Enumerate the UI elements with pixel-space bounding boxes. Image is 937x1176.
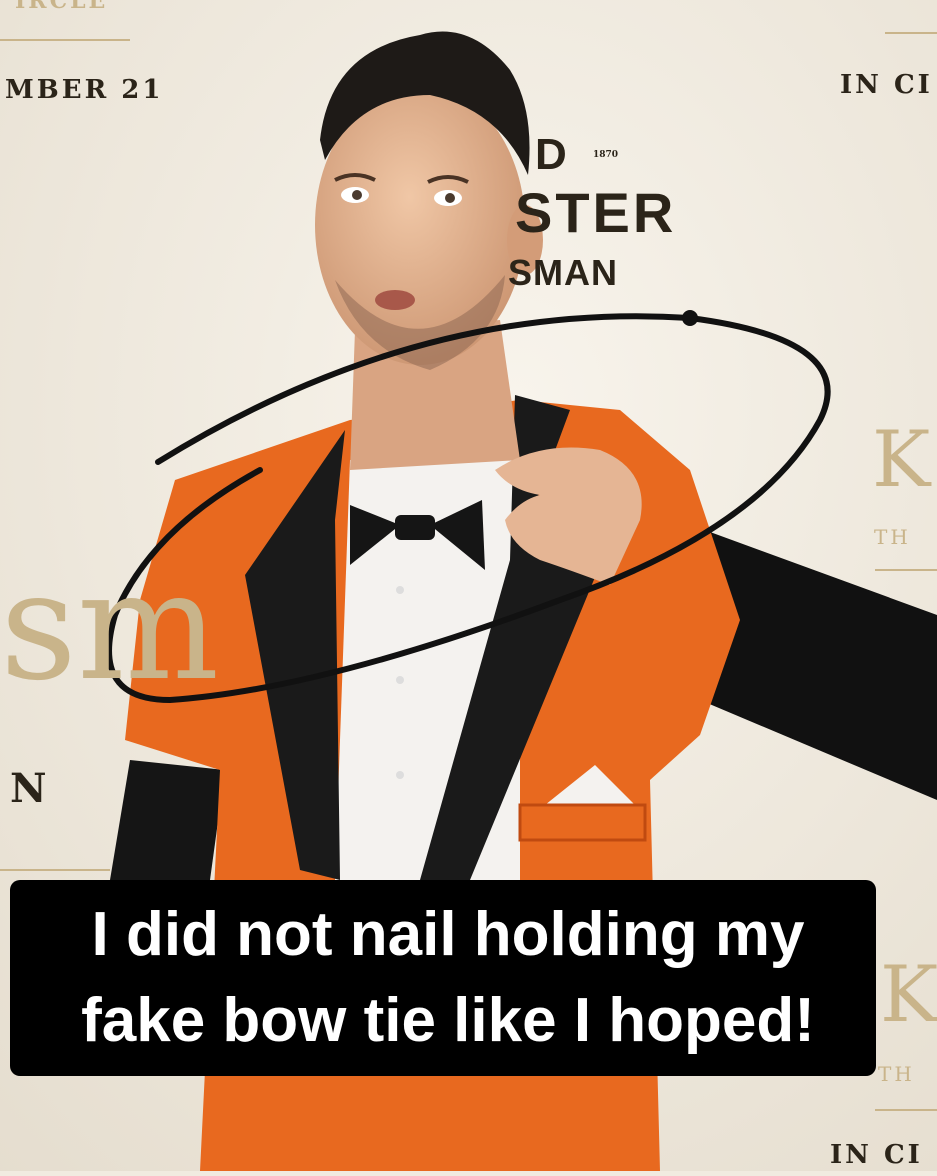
caption-line-2: fake bow tie like I hoped!	[81, 986, 815, 1055]
backdrop-text-bottom-right: IN CI	[830, 1140, 923, 1170]
left-sleeve	[110, 760, 225, 880]
backdrop-text-top-left: IRCLE	[15, 0, 109, 14]
backdrop-text-left-small: N	[10, 765, 50, 812]
caption-box: I did not nail holding my fake bow tie l…	[10, 880, 876, 1076]
backdrop-text-right-big: K	[872, 415, 934, 505]
backdrop-text-date: MBER 21	[5, 75, 164, 105]
backdrop-text-top-right: IN CI	[840, 70, 933, 100]
bow-tie	[395, 515, 435, 540]
logo-year: 1870	[593, 150, 619, 160]
backdrop-text-right-big-2: K	[880, 950, 937, 1040]
mouth	[375, 290, 415, 310]
backdrop-text-right-small-2: TH	[878, 1062, 915, 1086]
backdrop-text-left-big: sm	[0, 540, 220, 714]
logo-mid: STER	[515, 181, 677, 244]
caption-line-1: I did not nail holding my	[91, 900, 805, 969]
backdrop-text-right-small: TH	[874, 525, 911, 549]
logo-top: D	[535, 130, 570, 179]
logo-bottom: SMAN	[508, 252, 618, 293]
